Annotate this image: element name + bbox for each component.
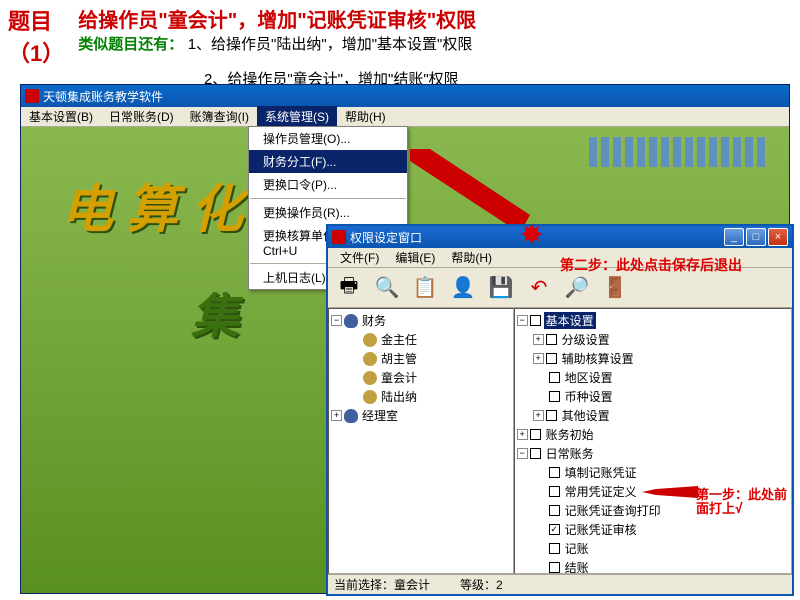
permission-window: 权限设定窗口 _ □ × 文件(F) 编辑(E) 帮助(H) 🖶 🔍 📋 👤 💾… [326, 224, 794, 596]
chk-audit[interactable]: ✓ [549, 524, 560, 535]
perm-book[interactable]: 记账 [563, 540, 591, 557]
menu-ledger[interactable]: 账簿查询(I) [182, 106, 257, 127]
chk[interactable] [546, 410, 557, 421]
menu-basic[interactable]: 基本设置(B) [21, 106, 101, 127]
tree-expand-icon[interactable]: + [533, 410, 544, 421]
status-lvl-label: 等级： [460, 578, 496, 592]
maximize-button[interactable]: □ [746, 228, 766, 246]
annotation-step1: 第一步：此处前面打上√ [696, 488, 796, 517]
perm-init[interactable]: 账务初始 [544, 426, 596, 443]
perm-close[interactable]: 结账 [563, 559, 591, 574]
chk[interactable] [549, 391, 560, 402]
tree-expand-icon[interactable]: + [331, 410, 342, 421]
chk[interactable] [546, 334, 557, 345]
tree-expand-icon[interactable]: + [533, 334, 544, 345]
similar-label: 类似题目还有： [78, 33, 183, 54]
star-marker: ✸ [520, 218, 543, 251]
person-icon [363, 371, 377, 385]
app-menubar: 基本设置(B) 日常账务(D) 账簿查询(I) 系统管理(S) 帮助(H) [21, 107, 789, 127]
status-lvl-val: 2 [496, 578, 503, 592]
status-sel-label: 当前选择： [334, 578, 394, 592]
menu-daily[interactable]: 日常账务(D) [101, 106, 182, 127]
permission-tree[interactable]: −基本设置 +分级设置 +辅助核算设置 地区设置 币种设置 +其他设置 +账务初… [514, 308, 792, 574]
perm-query[interactable]: 记账凭证查询打印 [563, 502, 663, 519]
people-icon [344, 409, 358, 423]
chk[interactable] [530, 429, 541, 440]
arrow-to-checkbox-icon [642, 484, 698, 500]
chk-close[interactable] [549, 562, 560, 573]
dept-manager[interactable]: 经理室 [360, 407, 400, 424]
op-hu[interactable]: 胡主管 [379, 350, 419, 367]
chk-fill[interactable] [549, 467, 560, 478]
tree-expand-icon[interactable]: + [517, 429, 528, 440]
user-icon[interactable]: 👤 [445, 270, 481, 306]
chk-basic[interactable] [530, 315, 541, 326]
title-label: 题目 [8, 4, 52, 36]
perm-icon [332, 230, 346, 244]
minimize-button[interactable]: _ [724, 228, 744, 246]
perm-region[interactable]: 地区设置 [563, 369, 615, 386]
title-num: （1） [8, 41, 64, 66]
perm-menu-edit[interactable]: 编辑(E) [387, 247, 443, 268]
perm-menu-help[interactable]: 帮助(H) [443, 247, 500, 268]
people-icon [344, 314, 358, 328]
dd-change-pwd[interactable]: 更换口令(P)... [249, 173, 407, 196]
op-jin[interactable]: 金主任 [379, 331, 419, 348]
tree-collapse-icon[interactable]: − [517, 315, 528, 326]
operator-tree[interactable]: − 财务 金主任 胡主管 童会计 陆出纳 + 经理室 [328, 308, 514, 574]
dd-sep-1 [250, 198, 406, 199]
undo-icon[interactable]: ↶ [521, 270, 557, 306]
bg-text-1: 电 算 化 [61, 167, 243, 242]
app-titlebar: 天顿集成账务教学软件 [21, 85, 789, 107]
perm-aux[interactable]: 辅助核算设置 [560, 350, 636, 367]
menu-system[interactable]: 系统管理(S) [257, 106, 337, 127]
app-title: 天顿集成账务教学软件 [43, 88, 163, 105]
op-tong[interactable]: 童会计 [379, 369, 419, 386]
tree-collapse-icon[interactable]: − [517, 448, 528, 459]
save-icon[interactable]: 💾 [483, 270, 519, 306]
chk[interactable] [546, 353, 557, 364]
chk[interactable] [530, 448, 541, 459]
close-button[interactable]: × [768, 228, 788, 246]
perm-daily[interactable]: 日常账务 [544, 445, 596, 462]
perm-titlebar: 权限设定窗口 _ □ × [328, 226, 792, 248]
perm-menu-file[interactable]: 文件(F) [332, 247, 387, 268]
dd-change-op[interactable]: 更换操作员(R)... [249, 201, 407, 224]
app-icon [25, 89, 39, 103]
preview-icon[interactable]: 🔍 [369, 270, 405, 306]
annotation-step2: 第二步：此处点击保存后退出 [560, 255, 742, 275]
dd-finance-divide[interactable]: 财务分工(F)... [249, 150, 407, 173]
chk[interactable] [549, 372, 560, 383]
bg-text-2: 集 [191, 277, 239, 347]
perm-other[interactable]: 其他设置 [560, 407, 612, 424]
chk-common[interactable] [549, 486, 560, 497]
person-icon [363, 352, 377, 366]
status-bar: 当前选择：童会计 等级：2 [328, 574, 792, 594]
perm-fill[interactable]: 填制记账凭证 [563, 464, 639, 481]
perm-level[interactable]: 分级设置 [560, 331, 612, 348]
person-icon [363, 333, 377, 347]
perm-basic[interactable]: 基本设置 [544, 312, 596, 329]
dept-finance[interactable]: 财务 [360, 312, 388, 329]
dd-operator-mgmt[interactable]: 操作员管理(O)... [249, 127, 407, 150]
tree-collapse-icon[interactable]: − [331, 315, 342, 326]
similar-item-1: 1、给操作员"陆出纳"，增加"基本设置"权限 [188, 36, 473, 53]
perm-title: 权限设定窗口 [350, 229, 422, 246]
chk-query[interactable] [549, 505, 560, 516]
status-sel-val: 童会计 [394, 578, 430, 592]
title-text: 给操作员"童会计"，增加"记账凭证审核"权限 [78, 10, 476, 32]
menu-help[interactable]: 帮助(H) [337, 106, 394, 127]
op-lu[interactable]: 陆出纳 [379, 388, 419, 405]
perm-currency[interactable]: 币种设置 [563, 388, 615, 405]
person-icon [363, 390, 377, 404]
bg-graphic [589, 137, 769, 167]
perm-audit[interactable]: 记账凭证审核 [563, 521, 639, 538]
print-icon[interactable]: 🖶 [331, 270, 367, 306]
chk-book[interactable] [549, 543, 560, 554]
perm-common[interactable]: 常用凭证定义 [563, 483, 639, 500]
arrow-to-save-icon [400, 145, 530, 235]
tree-expand-icon[interactable]: + [533, 353, 544, 364]
copy-icon[interactable]: 📋 [407, 270, 443, 306]
